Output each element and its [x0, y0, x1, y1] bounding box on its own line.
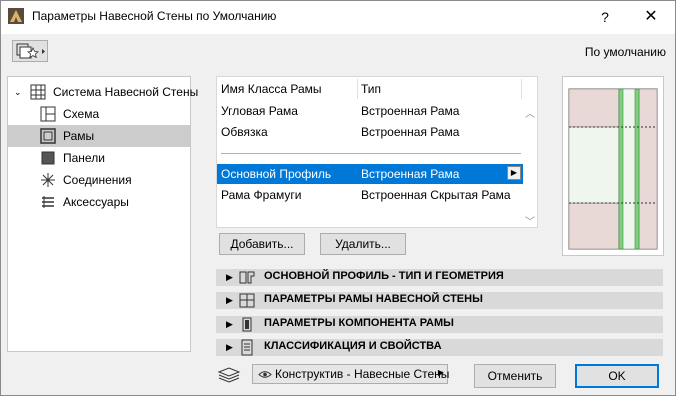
tree-item-frames[interactable]: Рамы [8, 125, 190, 147]
tree-item-scheme[interactable]: Схема [8, 103, 190, 125]
curtain-wall-preview-image [568, 88, 658, 250]
layer-icon [217, 367, 241, 383]
row-name: Рама Фрамуги [221, 188, 302, 202]
tree-item-label: Схема [63, 107, 100, 121]
scheme-icon [40, 106, 56, 122]
tree-item-label: Панели [63, 151, 105, 165]
favorites-icon [16, 43, 45, 59]
row-arrow-icon[interactable]: ▶ [507, 166, 521, 180]
row-name: Основной Профиль [221, 167, 332, 181]
frame-class-list: Имя Класса Рамы Тип Угловая Рама Встроен… [216, 76, 538, 228]
tree-item-junctions[interactable]: Соединения [8, 169, 190, 191]
chevron-down-icon[interactable]: ⌄ [14, 81, 22, 103]
cancel-button[interactable]: Отменить [474, 364, 556, 388]
scroll-up-icon[interactable]: ︿ [525, 105, 535, 120]
section-title: ОСНОВНОЙ ПРОФИЛЬ - ТИП И ГЕОМЕТРИЯ [264, 270, 504, 282]
settings-tree: ⌄ Система Навесной Стены Схема Рамы Пане… [7, 76, 198, 352]
eye-icon [258, 371, 272, 378]
row-type: Встроенная Рама [361, 125, 460, 139]
tree-item-panels[interactable]: Панели [8, 147, 190, 169]
close-button[interactable]: ✕ [636, 6, 666, 28]
scroll-down-icon[interactable]: ﹀ [525, 213, 535, 228]
section-classification-properties[interactable]: ▶ КЛАССИФИКАЦИЯ И СВОЙСТВА [216, 339, 663, 356]
layer-dropdown-value: Конструктив - Навесные Стены [275, 367, 450, 381]
expand-arrow-icon[interactable]: ▶ [226, 319, 233, 330]
tree-item-label: Соединения [63, 173, 132, 187]
dropdown-arrow-icon: ▶ [437, 368, 444, 377]
junction-icon [41, 173, 55, 187]
section-curtain-wall-frame-params[interactable]: ▶ ПАРАМЕТРЫ РАМЫ НАВЕСНОЙ СТЕНЫ [216, 292, 663, 309]
list-header: Имя Класса Рамы Тип [217, 77, 523, 101]
window-title: Параметры Навесной Стены по Умолчанию [32, 9, 277, 23]
frame-component-icon [242, 317, 252, 332]
list-divider [221, 153, 521, 154]
curtain-wall-system-icon [30, 84, 46, 100]
section-main-profile-type-geometry[interactable]: ▶ ОСНОВНОЙ ПРОФИЛЬ - ТИП И ГЕОМЕТРИЯ [216, 269, 663, 286]
layer-dropdown[interactable]: Конструктив - Навесные Стены ▶ [252, 364, 450, 384]
column-header-frame-class[interactable]: Имя Класса Рамы [221, 77, 322, 101]
column-separator [521, 79, 522, 99]
accessory-icon [42, 196, 54, 208]
section-title: КЛАССИФИКАЦИЯ И СВОЙСТВА [264, 340, 442, 352]
row-type: Встроенная Рама [361, 104, 460, 118]
help-button[interactable]: ? [590, 6, 620, 28]
add-button[interactable]: Добавить... [219, 233, 305, 255]
row-type: Встроенная Рама [361, 167, 460, 181]
ok-button[interactable]: OK [575, 364, 659, 388]
list-row[interactable]: Угловая Рама Встроенная Рама [217, 101, 523, 121]
tree-root-curtain-wall-system[interactable]: ⌄ Система Навесной Стены [8, 81, 198, 103]
section-title: ПАРАМЕТРЫ РАМЫ НАВЕСНОЙ СТЕНЫ [264, 293, 483, 305]
frame-params-icon [239, 293, 255, 308]
list-row[interactable]: Обвязка Встроенная Рама [217, 122, 523, 142]
tree-item-label: Рамы [63, 129, 95, 143]
panel-icon [41, 151, 55, 165]
tree-root-label: Система Навесной Стены [53, 85, 199, 99]
expand-arrow-icon[interactable]: ▶ [226, 342, 233, 353]
tree-item-accessories[interactable]: Аксессуары [8, 191, 190, 213]
section-title: ПАРАМЕТРЫ КОМПОНЕНТА РАМЫ [264, 317, 454, 329]
column-separator [357, 79, 358, 99]
list-row[interactable]: Рама Фрамуги Встроенная Скрытая Рама [217, 185, 523, 205]
classification-icon [241, 339, 253, 356]
section-frame-component-params[interactable]: ▶ ПАРАМЕТРЫ КОМПОНЕНТА РАМЫ [216, 316, 663, 333]
frame-icon [40, 128, 56, 144]
row-name: Обвязка [221, 125, 268, 139]
row-type: Встроенная Скрытая Рама [361, 188, 511, 202]
list-row-selected[interactable]: Основной Профиль Встроенная Рама ▶ [217, 164, 523, 184]
delete-button[interactable]: Удалить... [320, 233, 406, 255]
tree-item-label: Аксессуары [63, 195, 129, 209]
column-header-type[interactable]: Тип [361, 77, 381, 101]
archicad-app-icon [8, 8, 24, 24]
curtain-wall-preview [562, 76, 664, 256]
profile-geometry-icon [239, 271, 255, 284]
favorites-label: По умолчанию [584, 45, 666, 59]
favorites-button[interactable] [12, 40, 48, 62]
expand-arrow-icon[interactable]: ▶ [226, 295, 233, 306]
expand-arrow-icon[interactable]: ▶ [226, 272, 233, 283]
row-name: Угловая Рама [221, 104, 298, 118]
